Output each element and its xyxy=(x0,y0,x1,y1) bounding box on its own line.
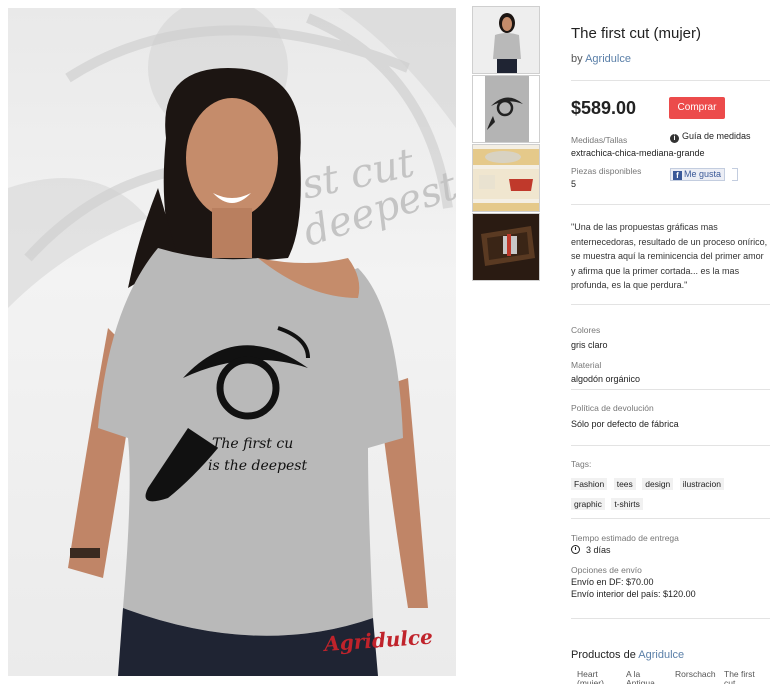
buy-button[interactable]: Comprar xyxy=(669,97,725,119)
product-description: "Una de las propuestas gráficas mas ente… xyxy=(571,222,768,290)
tag-item[interactable]: Fashion xyxy=(571,478,608,490)
delivery-value: 3 días xyxy=(586,545,611,555)
thumbnail-strip xyxy=(472,6,542,282)
tag-item[interactable]: ilustracion xyxy=(679,478,725,490)
byline-prefix: by xyxy=(571,53,583,65)
facebook-like-label: Me gusta xyxy=(684,169,722,179)
material-value: algodón orgánico xyxy=(571,374,641,384)
seller-byline: by Agridulce xyxy=(571,53,631,65)
return-policy-label: Política de devolución xyxy=(571,403,654,413)
related-product-item[interactable]: Rorschach xyxy=(675,670,716,679)
tag-item[interactable]: graphic xyxy=(571,498,605,510)
divider xyxy=(571,304,770,305)
divider xyxy=(571,445,770,446)
size-guide-link[interactable]: i Guía de medidas xyxy=(670,131,751,143)
related-product-item[interactable]: A la Antigua xyxy=(626,670,662,684)
related-product-item[interactable]: Heart (mujer) xyxy=(577,670,613,684)
pieces-label: Piezas disponibles xyxy=(571,166,642,176)
return-policy-value: Sólo por defecto de fábrica xyxy=(571,419,679,429)
facebook-icon: f xyxy=(673,171,682,180)
thumbnail-1[interactable] xyxy=(472,6,540,74)
tag-item[interactable]: t-shirts xyxy=(611,498,643,510)
shirt-print-text-2: is the deepest xyxy=(208,458,307,474)
shirt-print-text-1: The first cu xyxy=(212,436,293,452)
info-icon: i xyxy=(670,134,679,143)
colors-value: gris claro xyxy=(571,340,608,350)
divider xyxy=(571,80,770,81)
tags-label: Tags: xyxy=(571,459,592,469)
shipping-label: Opciones de envío xyxy=(571,565,642,575)
seller-link[interactable]: Agridulce xyxy=(585,53,631,65)
tag-item[interactable]: tees xyxy=(613,478,636,490)
delivery-label: Tiempo estimado de entrega xyxy=(571,533,679,543)
product-main-image[interactable]: st cut deepest The first cu is the deepe… xyxy=(8,8,456,676)
facebook-like-count xyxy=(732,168,738,181)
divider xyxy=(571,389,770,390)
shipping-df: Envío en DF: $70.00 xyxy=(571,577,654,587)
divider xyxy=(571,518,770,519)
thumbnail-3[interactable] xyxy=(472,144,540,212)
divider xyxy=(571,618,770,619)
size-guide-label: Guía de medidas xyxy=(682,131,751,141)
divider xyxy=(571,204,770,205)
facebook-like-button[interactable]: f Me gusta xyxy=(670,168,726,181)
sizes-label: Medidas/Tallas xyxy=(571,135,628,145)
clock-icon xyxy=(571,545,580,554)
product-title: The first cut (mujer) xyxy=(571,25,702,42)
tag-item[interactable]: design xyxy=(642,478,674,490)
related-product-item[interactable]: The first cut xyxy=(724,670,768,684)
thumbnail-4[interactable] xyxy=(472,213,540,281)
shipping-interior: Envío interior del país: $120.00 xyxy=(571,589,696,599)
product-price: $589.00 xyxy=(571,98,637,118)
tag-list: Fashion tees design ilustracion graphic … xyxy=(571,474,761,514)
colors-label: Colores xyxy=(571,325,601,335)
material-label: Material xyxy=(571,360,602,370)
delivery-value-row: 3 días xyxy=(571,545,611,555)
sizes-value: extrachica-chica-mediana-grande xyxy=(571,148,705,158)
related-prefix: Productos de xyxy=(571,649,636,661)
thumbnail-2[interactable] xyxy=(472,75,540,143)
related-products-title: Productos de Agridulce xyxy=(571,649,684,661)
related-seller-link[interactable]: Agridulce xyxy=(638,649,684,661)
pieces-value: 5 xyxy=(571,179,577,189)
